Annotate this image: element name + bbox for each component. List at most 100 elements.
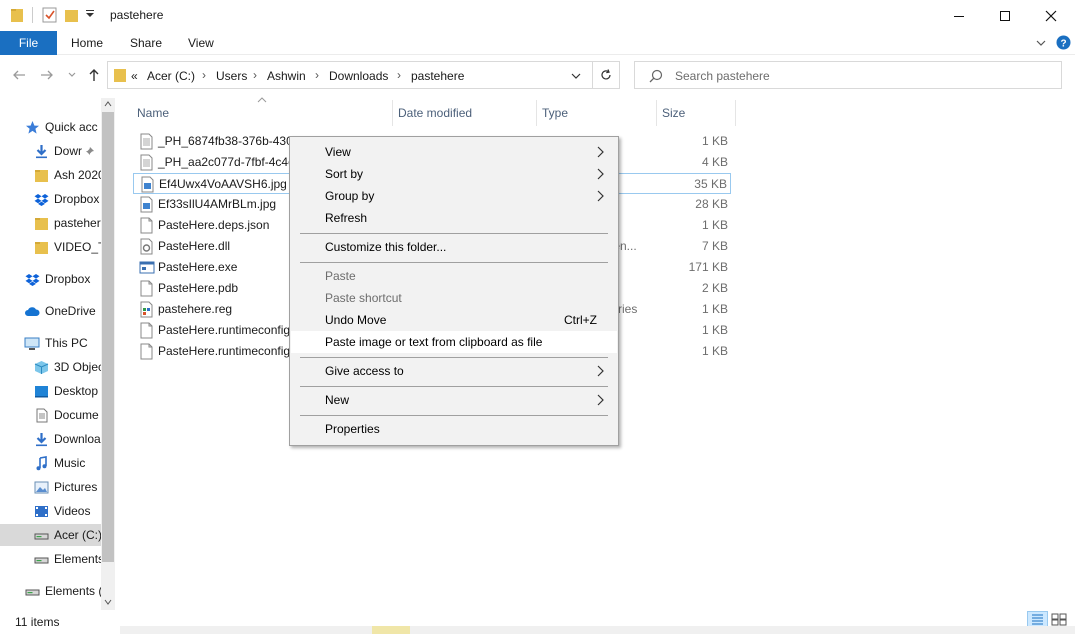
nav-item[interactable]: Music (0, 452, 101, 474)
music-icon (33, 455, 49, 471)
address-history-dropdown-icon[interactable] (570, 72, 582, 80)
menu-item-give-access-to[interactable]: Give access to (291, 360, 617, 382)
nav-item[interactable]: OneDrive (0, 300, 101, 322)
nav-item-label: Desktop (54, 384, 99, 398)
download-icon (33, 431, 49, 447)
nav-item[interactable]: Elements (0, 548, 101, 570)
nav-item[interactable]: Acer (C:) (0, 524, 101, 546)
new-folder-icon[interactable] (64, 7, 79, 23)
chevron-right-icon[interactable]: › (202, 68, 206, 82)
menu-item-paste-shortcut[interactable]: Paste shortcut (291, 287, 617, 309)
horizontal-scrollbar-thumb[interactable] (372, 626, 410, 634)
breadcrumb-item[interactable]: Acer (C:) (147, 69, 195, 83)
chevron-right-icon[interactable]: › (253, 68, 257, 82)
tab-file[interactable]: File (0, 31, 57, 55)
nav-item[interactable]: pasteher (0, 212, 101, 234)
nav-item[interactable]: Dropbox (0, 268, 101, 290)
forward-arrow-icon[interactable] (38, 66, 56, 84)
nav-item[interactable]: Dowr (0, 140, 101, 162)
nav-item-label: Ash 2020 (54, 168, 101, 182)
menu-item-sort-by[interactable]: Sort by (291, 163, 617, 185)
details-view-button[interactable] (1027, 611, 1048, 627)
close-button[interactable] (1028, 0, 1074, 31)
nav-item-label: Videos (54, 504, 91, 518)
menu-item-label: Undo Move (325, 313, 387, 327)
breadcrumb-item[interactable]: pastehere (411, 69, 464, 83)
large-icons-view-button[interactable] (1051, 613, 1067, 626)
file-size: 1 KB (701, 344, 728, 358)
search-input[interactable]: Search pastehere (634, 61, 1062, 89)
breadcrumb-item[interactable]: Downloads (329, 69, 388, 83)
menu-item-label: Paste image or text from clipboard as fi… (325, 335, 543, 349)
refresh-button[interactable] (592, 61, 620, 89)
column-divider[interactable] (536, 100, 537, 126)
up-arrow-icon[interactable] (85, 66, 103, 84)
nav-item[interactable]: Quick acc (0, 116, 101, 138)
pictures-icon (33, 479, 49, 495)
help-icon[interactable]: ? (1056, 35, 1071, 50)
properties-checkmark-icon[interactable] (42, 7, 57, 23)
dropbox-icon (33, 191, 49, 207)
nav-item[interactable]: 3D Objec (0, 356, 101, 378)
nav-item-label: pasteher (54, 216, 101, 230)
menu-item-group-by[interactable]: Group by (291, 185, 617, 207)
back-arrow-icon[interactable] (10, 66, 28, 84)
file-name: PasteHere.deps.json (158, 218, 270, 232)
address-bar[interactable]: « Acer (C:) › Users › Ashwin › Downloads… (107, 61, 620, 89)
minimize-button[interactable] (936, 0, 982, 31)
column-divider[interactable] (735, 100, 736, 126)
nav-item[interactable]: Dropbox (0, 188, 101, 210)
breadcrumb-overflow[interactable]: « (131, 69, 138, 83)
column-header-name[interactable]: Name (137, 102, 169, 124)
file-name: Ef4Uwx4VoAAVSH6.jpg (159, 177, 287, 191)
customize-quick-access-icon[interactable] (85, 9, 95, 19)
nav-item[interactable]: Videos (0, 500, 101, 522)
context-menu: View Sort by Group by Refresh Customize this… (289, 136, 619, 446)
menu-item-refresh[interactable]: Refresh (291, 207, 617, 229)
chevron-right-icon[interactable]: › (315, 68, 319, 82)
file-size: 28 KB (695, 197, 728, 211)
nav-scrollbar-thumb[interactable] (102, 112, 114, 562)
recent-locations-icon[interactable] (63, 66, 81, 84)
nav-item[interactable]: VIDEO_T (0, 236, 101, 258)
column-divider[interactable] (656, 100, 657, 126)
nav-item[interactable]: Desktop (0, 380, 101, 402)
nav-item[interactable]: Downloa (0, 428, 101, 450)
breadcrumb-item[interactable]: Users (216, 69, 247, 83)
nav-item[interactable]: Pictures (0, 476, 101, 498)
menu-item-undo-move[interactable]: Undo Move Ctrl+Z (291, 309, 617, 331)
nav-item[interactable]: Elements ( (0, 580, 101, 602)
menu-item-view[interactable]: View (291, 141, 617, 163)
menu-item-customize-this-folder[interactable]: Customize this folder... (291, 236, 617, 258)
menu-item-paste-image-or-text-from-clipboard-as-file[interactable]: Paste image or text from clipboard as fi… (291, 331, 617, 353)
menu-item-paste[interactable]: Paste (291, 265, 617, 287)
item-count: 11 items (15, 615, 60, 629)
scroll-down-icon[interactable] (103, 598, 113, 606)
tab-view[interactable]: View (188, 36, 214, 50)
column-header-type[interactable]: Type (542, 102, 568, 124)
column-header-date-modified[interactable]: Date modified (398, 102, 472, 124)
refresh-icon (601, 69, 611, 80)
cube-icon (33, 359, 49, 375)
chevron-right-icon[interactable]: › (397, 68, 401, 82)
nav-item[interactable]: Ash 2020 (0, 164, 101, 186)
menu-item-label: New (325, 393, 350, 407)
nav-item[interactable]: Docume (0, 404, 101, 426)
maximize-button[interactable] (982, 0, 1028, 31)
menu-item-label: Customize this folder... (325, 240, 447, 254)
horizontal-scrollbar[interactable] (120, 626, 1075, 634)
file-size: 1 KB (701, 218, 728, 232)
column-header-size[interactable]: Size (662, 102, 685, 124)
breadcrumb-item[interactable]: Ashwin (267, 69, 306, 83)
menu-item-properties[interactable]: Properties (291, 418, 617, 440)
nav-item[interactable]: This PC (0, 332, 101, 354)
column-divider[interactable] (392, 100, 393, 126)
nav-item-label: Elements (54, 552, 101, 566)
expand-ribbon-icon[interactable] (1035, 38, 1047, 48)
tab-home[interactable]: Home (71, 36, 103, 50)
exe-file-icon (139, 259, 155, 276)
scroll-up-icon[interactable] (103, 100, 113, 108)
menu-item-new[interactable]: New (291, 389, 617, 411)
tab-share[interactable]: Share (130, 36, 162, 50)
submenu-arrow-icon (597, 146, 605, 158)
